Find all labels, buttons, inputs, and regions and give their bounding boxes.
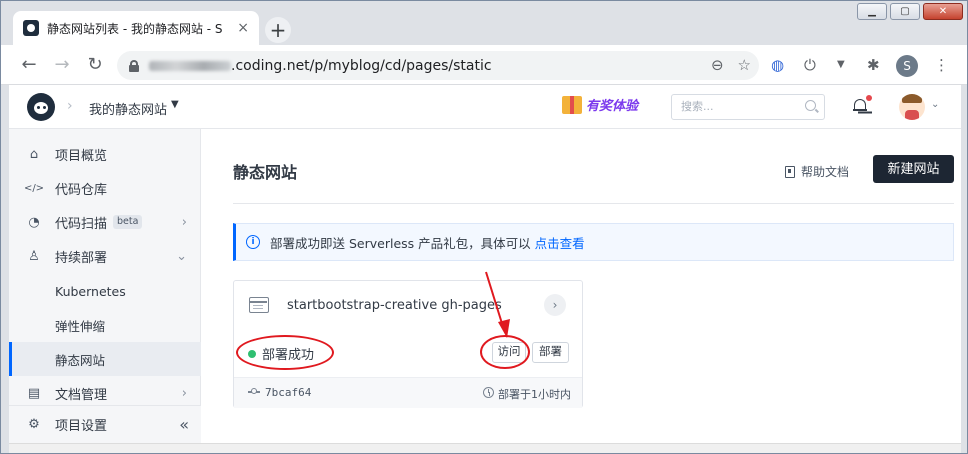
notice-link[interactable]: 点击查看: [535, 233, 585, 252]
project-caret-icon[interactable]: ▼: [171, 99, 179, 110]
tab-title: 静态网站列表 - 我的静态网站 - S: [47, 21, 223, 36]
new-tab-button[interactable]: +: [265, 17, 291, 43]
chevron-right-icon: ›: [181, 385, 187, 401]
deploy-status: 部署成功: [248, 344, 314, 363]
menu-kebab-icon[interactable]: ⋮: [934, 56, 949, 74]
deploy-time: 部署于1小时内: [498, 388, 571, 401]
sidebar-item-autoscaling[interactable]: 弹性伸缩: [9, 308, 201, 342]
status-dot-icon: [248, 349, 256, 358]
search-input[interactable]: 搜索...: [671, 94, 825, 120]
notification-bell-icon[interactable]: [853, 98, 867, 114]
profile-avatar[interactable]: S: [896, 55, 918, 77]
browser-toolbar: ← → ↻ .coding.net/p/myblog/cd/pages/stat…: [1, 45, 967, 85]
tab-bar: 静态网站列表 - 我的静态网站 - S × + ▁ ▢ ✕: [1, 1, 967, 45]
clock-icon: [483, 387, 494, 398]
chevron-down-icon: ⌄: [176, 248, 187, 264]
puzzle-extensions-icon[interactable]: ✱: [867, 56, 880, 74]
address-bar-actions: ⊖ ☆: [711, 56, 751, 74]
notice-text: 部署成功即送 Serverless 产品礼包，具体可以: [270, 235, 531, 251]
rocket-icon: ♙: [28, 248, 40, 264]
close-window-button[interactable]: ✕: [923, 3, 963, 20]
reload-icon[interactable]: ↻: [85, 55, 105, 75]
sidebar-item-kubernetes[interactable]: Kubernetes: [9, 274, 201, 308]
bookmark-star-icon[interactable]: ☆: [738, 56, 751, 74]
sidebar-item-label: 代码扫描: [55, 216, 108, 232]
project-name[interactable]: 我的静态网站: [89, 99, 167, 118]
redacted-domain: [149, 60, 231, 71]
back-arrow-icon[interactable]: ←: [19, 55, 39, 75]
sidebar-item-label: 项目概览: [55, 148, 108, 164]
commit-icon: [248, 388, 260, 394]
search-icon: [805, 100, 816, 111]
info-icon: i: [246, 235, 260, 249]
code-icon: </>: [23, 182, 45, 194]
sidebar-item-label: 文档管理: [55, 387, 108, 403]
url-text: .coding.net/p/myblog/cd/pages/static: [231, 57, 492, 74]
browser-window: 静态网站列表 - 我的静态网站 - S × + ▁ ▢ ✕ ← → ↻ .cod…: [0, 0, 968, 454]
page-title: 静态网站: [233, 163, 298, 182]
help-docs-link[interactable]: 帮助文档: [785, 163, 849, 180]
sidebar-item-label: 静态网站: [55, 352, 106, 368]
promo-text: 有奖体验: [586, 99, 639, 114]
header-divider: [233, 203, 954, 204]
horizontal-scrollbar[interactable]: [9, 443, 961, 453]
sidebar-item-label: 项目设置: [55, 419, 108, 434]
collapse-sidebar-icon[interactable]: «: [179, 415, 189, 434]
site-name[interactable]: startbootstrap-creative gh-pages: [287, 298, 502, 313]
page-content: › 我的静态网站 ▼ 有奖体验 搜索... ⌄ ⌂ 项目概览 </> 代码仓库 …: [9, 85, 961, 443]
chevron-right-icon: ›: [181, 214, 187, 230]
address-bar[interactable]: .coding.net/p/myblog/cd/pages/static ⊖ ☆: [117, 51, 759, 80]
forward-arrow-icon[interactable]: →: [52, 55, 72, 75]
search-placeholder: 搜索...: [681, 100, 714, 113]
window-controls: ▁ ▢ ✕: [857, 3, 963, 21]
promo-link[interactable]: 有奖体验: [562, 95, 638, 114]
deploy-button[interactable]: 部署: [532, 342, 569, 363]
zoom-icon[interactable]: ⊖: [711, 56, 724, 74]
gift-icon: [562, 95, 582, 114]
browser-tab[interactable]: 静态网站列表 - 我的静态网站 - S ×: [13, 11, 259, 45]
minimize-button[interactable]: ▁: [857, 3, 887, 20]
main-panel: 静态网站 帮助文档 新建网站 i 部署成功即送 Serverless 产品礼包，…: [209, 129, 961, 443]
notification-dot: [866, 95, 872, 101]
home-icon: ⌂: [29, 146, 39, 162]
maximize-button[interactable]: ▢: [890, 3, 920, 20]
scan-icon: ◔: [28, 214, 40, 230]
sidebar-item-label: Kubernetes: [55, 283, 126, 299]
sidebar-item-repository[interactable]: </> 代码仓库: [9, 171, 201, 205]
sidebar-item-label: 弹性伸缩: [55, 318, 106, 334]
visit-button[interactable]: 访问: [492, 342, 526, 363]
beta-badge: beta: [113, 215, 143, 229]
breadcrumb-chevron-icon: ›: [67, 98, 73, 114]
coding-favicon-icon: [23, 20, 39, 36]
sidebar-item-continuous-deploy[interactable]: ♙ 持续部署 ⌄: [9, 239, 201, 273]
commit-hash[interactable]: 7bcaf64: [265, 386, 311, 399]
help-docs-label: 帮助文档: [801, 165, 850, 179]
new-site-button[interactable]: 新建网站: [873, 155, 954, 183]
extension-dropdown-icon[interactable]: ▼: [837, 59, 845, 70]
sidebar-item-overview[interactable]: ⌂ 项目概览: [9, 137, 201, 171]
app-header: › 我的静态网站 ▼ 有奖体验 搜索... ⌄: [9, 85, 961, 129]
user-menu-chevron-icon[interactable]: ⌄: [931, 99, 939, 110]
coding-logo-icon[interactable]: [27, 93, 55, 121]
power-extension-icon[interactable]: ⏻: [804, 56, 816, 74]
sidebar-item-label: 持续部署: [55, 250, 108, 266]
gear-icon: ⚙: [28, 417, 40, 432]
sidebar-item-code-scan[interactable]: ◔ 代码扫描 beta ›: [9, 205, 201, 239]
book-icon: [785, 165, 795, 178]
globe-extension-icon[interactable]: ◍: [771, 56, 784, 74]
sidebar-item-settings[interactable]: ⚙ 项目设置 «: [9, 405, 201, 443]
site-card[interactable]: startbootstrap-creative gh-pages › 部署成功 …: [233, 280, 583, 408]
chevron-right-icon[interactable]: ›: [544, 294, 566, 316]
user-avatar[interactable]: [899, 94, 925, 120]
sidebar: ⌂ 项目概览 </> 代码仓库 ◔ 代码扫描 beta › ♙ 持续部署 ⌄ K…: [9, 129, 201, 443]
browser-window-icon: [249, 297, 269, 313]
sidebar-item-static-site[interactable]: 静态网站: [9, 342, 201, 376]
card-footer: 7bcaf64 部署于1小时内: [234, 377, 582, 408]
sidebar-item-label: 代码仓库: [55, 182, 108, 198]
lock-icon: [129, 59, 139, 72]
close-tab-icon[interactable]: ×: [237, 20, 249, 36]
document-icon: ▤: [27, 385, 41, 401]
status-label: 部署成功: [262, 348, 315, 363]
info-notice: i 部署成功即送 Serverless 产品礼包，具体可以 点击查看: [233, 223, 954, 261]
